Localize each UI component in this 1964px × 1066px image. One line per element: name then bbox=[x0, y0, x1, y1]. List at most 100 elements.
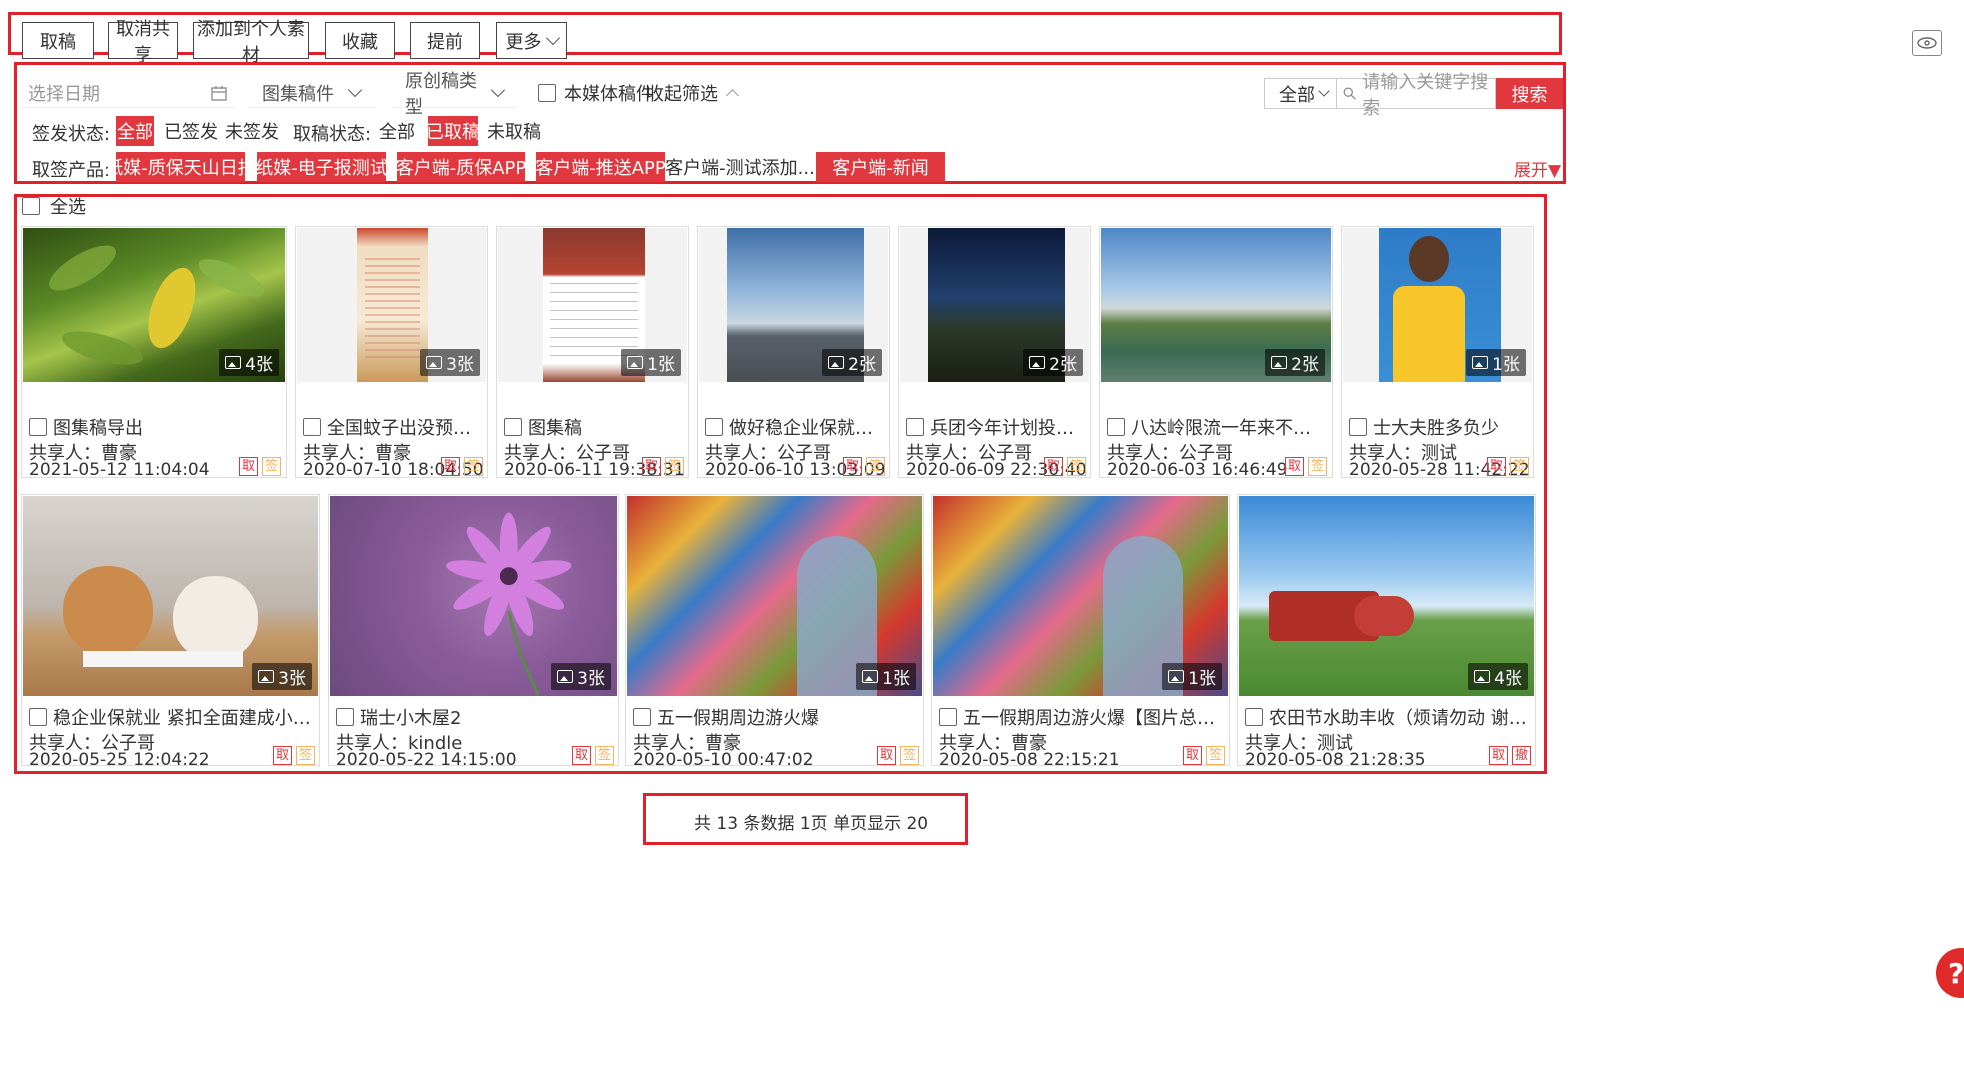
fetch-status-unfetched[interactable]: 未取稿 bbox=[487, 116, 541, 146]
fetch-action-icon[interactable]: 取 bbox=[877, 746, 896, 765]
sign-action-icon[interactable]: 签 bbox=[1308, 457, 1327, 476]
help-icon[interactable]: ? bbox=[1936, 948, 1964, 998]
card-thumbnail[interactable]: 3张 bbox=[330, 496, 617, 696]
sign-action-icon[interactable]: 签 bbox=[1510, 457, 1529, 476]
collection-type-select[interactable]: 图集稿件 bbox=[250, 78, 374, 108]
card-date: 2020-05-25 12:04:22 bbox=[29, 750, 210, 770]
product-tag[interactable]: 客户端-推送APP bbox=[535, 152, 666, 182]
sign-status-all[interactable]: 全部 bbox=[116, 116, 154, 146]
card-checkbox[interactable] bbox=[1349, 418, 1367, 436]
original-type-select[interactable]: 原创稿类型 bbox=[393, 71, 517, 118]
card-thumbnail[interactable]: 2张 bbox=[699, 228, 888, 382]
gallery-card[interactable]: 4张 农田节水助丰收（烦请勿动 谢谢） 共享人：测试 2020-05-08 21… bbox=[1237, 494, 1536, 770]
fetch-action-icon[interactable]: 取 bbox=[1487, 457, 1506, 476]
product-tag[interactable]: 纸媒-质保天山日报 bbox=[105, 152, 256, 182]
fetch-action-icon[interactable]: 取 bbox=[273, 746, 292, 765]
card-checkbox[interactable] bbox=[633, 708, 651, 726]
search-input[interactable]: 请输入关键字搜索 bbox=[1337, 72, 1496, 119]
fetch-action-icon[interactable]: 取 bbox=[843, 457, 862, 476]
card-thumbnail[interactable]: 1张 bbox=[498, 228, 687, 382]
scope-select[interactable]: 全部 bbox=[1264, 78, 1337, 109]
advance-button[interactable]: 提前 bbox=[410, 22, 480, 59]
card-checkbox[interactable] bbox=[303, 418, 321, 436]
product-tag[interactable]: 纸媒-电子报测试 bbox=[255, 152, 388, 182]
card-date: 2020-05-08 21:28:35 bbox=[1245, 750, 1426, 770]
card-checkbox[interactable] bbox=[906, 418, 924, 436]
fetch-action-icon[interactable]: 取 bbox=[441, 457, 460, 476]
more-button[interactable]: 更多 bbox=[496, 22, 567, 59]
card-thumbnail[interactable]: 3张 bbox=[23, 496, 318, 696]
card-thumbnail[interactable]: 3张 bbox=[297, 228, 486, 382]
fetch-action-icon[interactable]: 取 bbox=[1044, 457, 1063, 476]
sign-action-icon[interactable]: 签 bbox=[900, 746, 919, 765]
date-picker[interactable]: 选择日期 bbox=[20, 78, 235, 108]
cancel-share-button[interactable]: 取消共享 bbox=[108, 19, 178, 65]
sign-action-icon[interactable]: 签 bbox=[1067, 457, 1086, 476]
card-checkbox[interactable] bbox=[705, 418, 723, 436]
sign-action-icon[interactable]: 签 bbox=[262, 457, 281, 476]
product-tag[interactable]: 客户端-测试添加... bbox=[665, 152, 815, 182]
gallery-card[interactable]: 3张 稳企业保就业 紧扣全面建成小康社会目标... 共享人：公子哥 2020-0… bbox=[21, 494, 320, 770]
gallery-card[interactable]: 3张 全国蚊子出没预报地图... 共享人：曹豪 2020-07-10 18:04… bbox=[295, 226, 488, 480]
card-title: 八达岭限流一年来不再排长队 bbox=[1107, 414, 1326, 440]
gallery-card[interactable]: 4张 图集稿导出 共享人：曹豪 2021-05-12 11:04:04 取 签 bbox=[21, 226, 287, 480]
expand-toggle[interactable]: 展开▼ bbox=[1514, 156, 1561, 181]
fetch-action-icon[interactable]: 取 bbox=[572, 746, 591, 765]
card-checkbox[interactable] bbox=[29, 708, 47, 726]
card-checkbox[interactable] bbox=[1245, 708, 1263, 726]
gallery-card[interactable]: 1张 五一假期周边游火爆【图片总汇取稿到个... 共享人：曹豪 2020-05-… bbox=[931, 494, 1230, 770]
card-thumbnail[interactable]: 1张 bbox=[1343, 228, 1532, 382]
sign-status-signed[interactable]: 已签发 bbox=[164, 116, 218, 146]
image-count: 1张 bbox=[1188, 669, 1216, 689]
sign-action-icon[interactable]: 签 bbox=[1206, 746, 1225, 765]
this-media-checkbox[interactable]: 本媒体稿件 bbox=[538, 80, 654, 106]
product-tag[interactable]: 客户端-质保APP bbox=[396, 152, 526, 182]
card-thumbnail[interactable]: 2张 bbox=[1101, 228, 1331, 382]
card-checkbox[interactable] bbox=[504, 418, 522, 436]
gallery-card[interactable]: 2张 做好稳企业保就业工作 ... 共享人：公子哥 2020-06-10 13:… bbox=[697, 226, 890, 480]
card-thumbnail[interactable]: 2张 bbox=[900, 228, 1089, 382]
fetch-button[interactable]: 取稿 bbox=[22, 22, 94, 59]
pagination-summary: 共 13 条数据 1页 单页显示 20 bbox=[694, 814, 929, 834]
gallery-card[interactable]: 3张 瑞士小木屋2 共享人：kindle 2020-05-22 14:15:00… bbox=[328, 494, 619, 770]
fetch-action-icon[interactable]: 取 bbox=[642, 457, 661, 476]
image-icon bbox=[225, 356, 242, 369]
sign-action-icon[interactable]: 签 bbox=[665, 457, 684, 476]
eye-icon[interactable] bbox=[1912, 30, 1942, 56]
fetch-action-icon[interactable]: 取 bbox=[1183, 746, 1202, 765]
gallery-card[interactable]: 1张 图集稿 共享人：公子哥 2020-06-11 19:38:31 取 签 bbox=[496, 226, 689, 480]
fetch-status-all[interactable]: 全部 bbox=[378, 116, 416, 146]
card-checkbox[interactable] bbox=[1107, 418, 1125, 436]
card-thumbnail[interactable]: 4张 bbox=[23, 228, 285, 382]
card-title: 瑞士小木屋2 bbox=[336, 704, 612, 730]
card-checkbox[interactable] bbox=[336, 708, 354, 726]
revoke-action-icon[interactable]: 撤 bbox=[1512, 746, 1531, 765]
card-thumbnail[interactable]: 1张 bbox=[933, 496, 1228, 696]
gallery-card[interactable]: 2张 八达岭限流一年来不再排长队 共享人：公子哥 2020-06-03 16:4… bbox=[1099, 226, 1333, 480]
chevron-down-icon bbox=[347, 82, 363, 98]
favorite-button[interactable]: 收藏 bbox=[325, 22, 395, 59]
fetch-status-fetched[interactable]: 已取稿 bbox=[426, 116, 480, 146]
card-checkbox[interactable] bbox=[29, 418, 47, 436]
fetch-action-icon[interactable]: 取 bbox=[1489, 746, 1508, 765]
select-all-checkbox[interactable]: 全选 bbox=[22, 195, 86, 218]
sign-action-icon[interactable]: 签 bbox=[866, 457, 885, 476]
card-checkbox[interactable] bbox=[939, 708, 957, 726]
fetch-action-icon[interactable]: 取 bbox=[1285, 457, 1304, 476]
gallery-card[interactable]: 1张 五一假期周边游火爆 共享人：曹豪 2020-05-10 00:47:02 … bbox=[625, 494, 924, 770]
sign-action-icon[interactable]: 签 bbox=[464, 457, 483, 476]
card-title: 全国蚊子出没预报地图... bbox=[303, 414, 481, 440]
search-button[interactable]: 搜索 bbox=[1496, 78, 1563, 109]
sign-action-icon[interactable]: 签 bbox=[595, 746, 614, 765]
card-thumbnail[interactable]: 4张 bbox=[1239, 496, 1534, 696]
fetch-action-icon[interactable]: 取 bbox=[239, 457, 258, 476]
sign-status-unsigned[interactable]: 未签发 bbox=[225, 116, 279, 146]
product-tag[interactable]: 客户端-新闻 bbox=[816, 152, 945, 182]
card-thumbnail[interactable]: 1张 bbox=[627, 496, 922, 696]
gallery-card[interactable]: 1张 士大夫胜多负少 共享人：测试 2020-05-28 11:42:22 取 … bbox=[1341, 226, 1534, 480]
sign-action-icon[interactable]: 签 bbox=[296, 746, 315, 765]
add-to-personal-button[interactable]: 添加到个人素材 bbox=[193, 19, 309, 65]
gallery-card[interactable]: 2张 兵团今年计划投资12亿... 共享人：公子哥 2020-06-09 22:… bbox=[898, 226, 1091, 480]
chevron-down-icon bbox=[1318, 85, 1330, 97]
collapse-filter-toggle[interactable]: 收起筛选 bbox=[646, 80, 739, 106]
